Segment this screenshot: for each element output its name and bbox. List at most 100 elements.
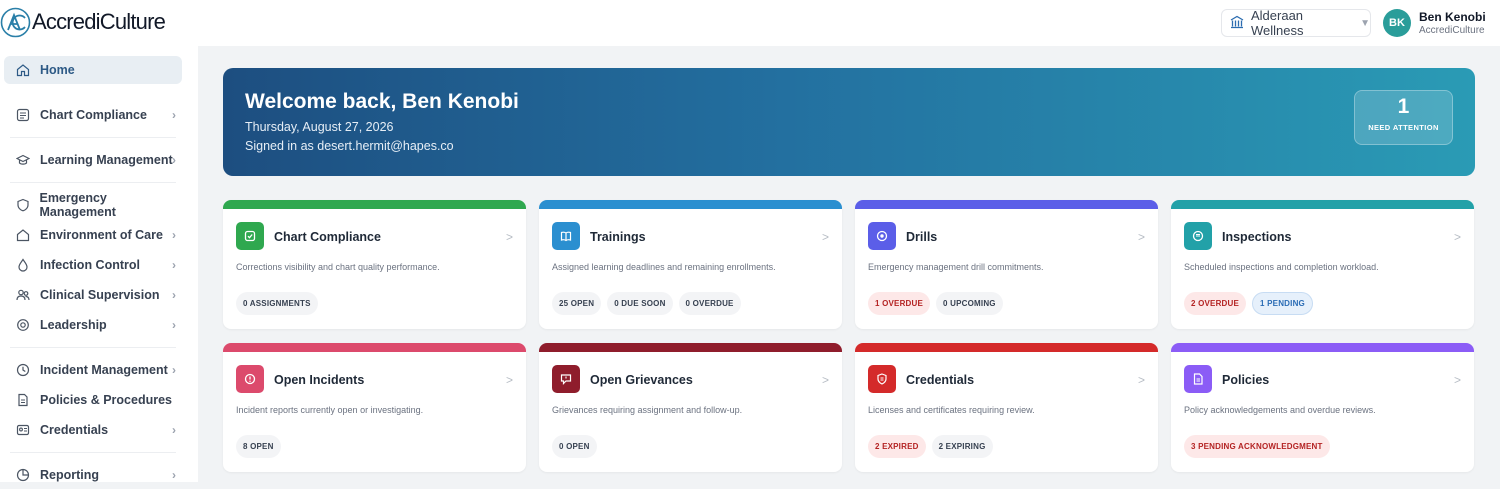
attention-counter[interactable]: 1 NEED ATTENTION xyxy=(1354,90,1453,145)
card-open-incidents[interactable]: Open Incidents > Incident reports curren… xyxy=(223,343,526,472)
welcome-title: Welcome back, Ben Kenobi xyxy=(245,90,519,113)
sidebar-item-chart-compliance[interactable]: Chart Compliance › xyxy=(4,101,182,129)
checklist-icon xyxy=(15,107,31,123)
chevron-right-icon[interactable]: > xyxy=(506,373,513,387)
status-badge: 0 ASSIGNMENTS xyxy=(236,292,318,315)
sidebar-item-infection-control[interactable]: Infection Control › xyxy=(4,251,182,279)
alert-circle-icon xyxy=(236,365,264,393)
chevron-right-icon[interactable]: > xyxy=(1138,230,1145,244)
card-description: Scheduled inspections and completion wor… xyxy=(1184,262,1379,272)
card-stripe xyxy=(1171,200,1474,209)
top-bar: AccrediCulture Alderaan Wellness ▼ BK Be… xyxy=(0,0,1500,46)
card-chart-compliance[interactable]: Chart Compliance > Corrections visibilit… xyxy=(223,200,526,329)
chevron-right-icon: › xyxy=(172,288,176,302)
card-title: Trainings xyxy=(590,230,646,244)
divider xyxy=(10,347,176,348)
chevron-right-icon[interactable]: > xyxy=(822,230,829,244)
chevron-right-icon: › xyxy=(172,363,176,377)
sidebar-item-emergency-management[interactable]: Emergency Management xyxy=(4,191,182,219)
card-drills[interactable]: Drills > Emergency management drill comm… xyxy=(855,200,1158,329)
signed-in-as: Signed in as desert.hermit@hapes.co xyxy=(245,139,454,153)
card-badges: 25 OPEN 0 DUE SOON 0 OVERDUE xyxy=(552,292,741,315)
chevron-right-icon[interactable]: > xyxy=(506,230,513,244)
card-badges: 0 OPEN xyxy=(552,435,597,458)
status-badge: 1 OVERDUE xyxy=(868,292,931,315)
sidebar-item-credentials[interactable]: Credentials › xyxy=(4,416,182,444)
card-badges: 3 PENDING ACKNOWLEDGMENT xyxy=(1184,435,1330,458)
chevron-right-icon[interactable]: > xyxy=(1454,373,1461,387)
card-trainings[interactable]: Trainings > Assigned learning deadlines … xyxy=(539,200,842,329)
card-policies[interactable]: Policies > Policy acknowledgements and o… xyxy=(1171,343,1474,472)
chevron-right-icon[interactable]: > xyxy=(1454,230,1461,244)
sidebar-item-environment-of-care[interactable]: Environment of Care › xyxy=(4,221,182,249)
id-card-icon xyxy=(15,422,31,438)
card-title: Inspections xyxy=(1222,230,1292,244)
avatar[interactable]: BK xyxy=(1383,9,1411,37)
card-description: Emergency management drill commitments. xyxy=(868,262,1044,272)
chevron-right-icon[interactable]: > xyxy=(822,373,829,387)
divider xyxy=(10,137,176,138)
graduation-cap-icon xyxy=(15,152,31,168)
status-badge: 0 DUE SOON xyxy=(607,292,673,315)
attention-label: NEED ATTENTION xyxy=(1368,123,1439,132)
card-credentials[interactable]: Credentials > Licenses and certificates … xyxy=(855,343,1158,472)
chart-check-icon xyxy=(236,222,264,250)
sidebar-item-label: Emergency Management xyxy=(39,191,116,219)
card-stripe xyxy=(539,343,842,352)
sidebar-item-home[interactable]: Home xyxy=(4,56,182,84)
status-badge: 0 OVERDUE xyxy=(678,292,741,315)
sidebar-item-policies-procedures[interactable]: Policies & Procedures xyxy=(4,386,182,414)
sidebar-item-label: Chart Compliance xyxy=(40,108,147,122)
sidebar-item-label: Environment of Care xyxy=(40,228,163,242)
divider xyxy=(10,452,176,453)
logo-icon xyxy=(0,7,31,38)
chart-icon xyxy=(15,467,31,483)
organization-select[interactable]: Alderaan Wellness ▼ xyxy=(1221,8,1371,38)
chevron-right-icon: › xyxy=(172,258,176,272)
current-date: Thursday, August 27, 2026 xyxy=(245,120,394,134)
user-name[interactable]: Ben Kenobi xyxy=(1419,10,1486,24)
card-badges: 2 EXPIRED 2 EXPIRING xyxy=(868,435,993,458)
badge-icon xyxy=(15,317,31,333)
chevron-right-icon[interactable]: > xyxy=(1138,373,1145,387)
sidebar-item-label: Policies & Procedures xyxy=(40,393,173,407)
card-stripe xyxy=(539,200,842,209)
status-badge: 2 EXPIRED xyxy=(868,435,926,458)
sidebar-item-reporting[interactable]: Reporting › xyxy=(4,461,182,489)
sidebar-item-label: Credentials xyxy=(40,423,109,437)
card-description: Corrections visibility and chart quality… xyxy=(236,262,440,272)
card-title: Open Incidents xyxy=(274,373,365,387)
users-icon xyxy=(15,287,31,303)
target-icon xyxy=(868,222,896,250)
chevron-right-icon: › xyxy=(172,468,176,482)
status-badge: 0 OPEN xyxy=(552,435,597,458)
card-open-grievances[interactable]: Open Grievances > Grievances requiring a… xyxy=(539,343,842,472)
card-stripe xyxy=(223,343,526,352)
card-badges: 0 ASSIGNMENTS xyxy=(236,292,318,315)
sidebar-item-label: Incident Management xyxy=(40,363,168,377)
app-logo[interactable]: AccrediCulture xyxy=(0,6,166,38)
chevron-down-icon: ▼ xyxy=(1360,17,1370,29)
card-description: Incident reports currently open or inves… xyxy=(236,405,424,415)
chevron-right-icon: › xyxy=(172,423,176,437)
card-stripe xyxy=(855,200,1158,209)
welcome-banner: Welcome back, Ben Kenobi Thursday, Augus… xyxy=(223,68,1475,176)
sidebar-item-clinical-supervision[interactable]: Clinical Supervision › xyxy=(4,281,182,309)
attention-count: 1 xyxy=(1397,95,1410,118)
shield-icon xyxy=(15,197,30,213)
status-badge: 8 OPEN xyxy=(236,435,281,458)
message-icon xyxy=(552,365,580,393)
sidebar-item-learning-management[interactable]: Learning Management › xyxy=(4,146,182,174)
sidebar-item-incident-management[interactable]: Incident Management › xyxy=(4,356,182,384)
chevron-right-icon: › xyxy=(172,108,176,122)
droplet-icon xyxy=(15,257,31,273)
sidebar-item-leadership[interactable]: Leadership › xyxy=(4,311,182,339)
building-icon xyxy=(1230,15,1244,32)
card-stripe xyxy=(1171,343,1474,352)
status-badge: 25 OPEN xyxy=(552,292,602,315)
card-title: Chart Compliance xyxy=(274,230,381,244)
sidebar-item-label: Learning Management xyxy=(40,153,173,167)
chevron-right-icon: › xyxy=(172,153,176,167)
sidebar-item-label: Leadership xyxy=(40,318,107,332)
card-inspections[interactable]: Inspections > Scheduled inspections and … xyxy=(1171,200,1474,329)
